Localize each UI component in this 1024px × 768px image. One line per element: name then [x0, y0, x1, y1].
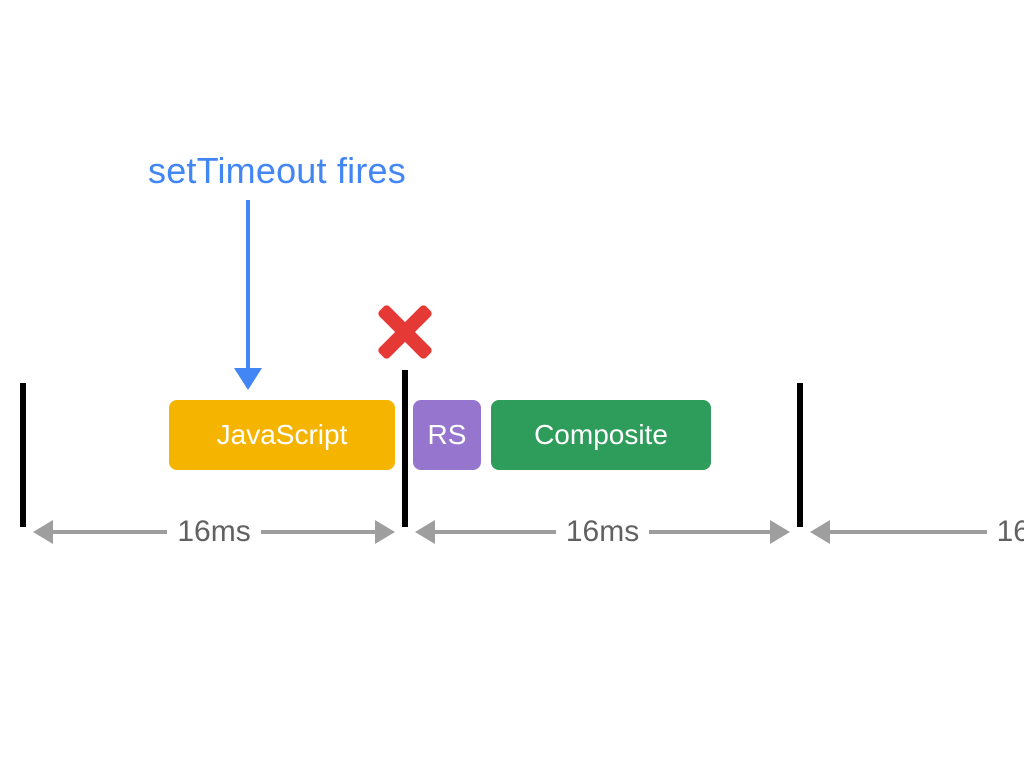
frame-span-1: 16ms — [415, 516, 790, 548]
arrow-down-icon — [246, 200, 250, 370]
frame-span-label: 16ms — [167, 515, 260, 549]
span-line — [261, 530, 375, 534]
frame-span-2-partial: 16 — [810, 516, 1024, 548]
frame-span-0: 16ms — [33, 516, 395, 548]
arrow-left-icon — [33, 520, 53, 544]
arrow-down-head-icon — [234, 368, 262, 390]
span-line — [649, 530, 770, 534]
frame-tick-2 — [797, 383, 803, 527]
frame-span-label: 16ms — [556, 515, 649, 549]
span-line — [830, 530, 987, 534]
frame-tick-0 — [20, 383, 26, 527]
arrow-left-icon — [810, 520, 830, 544]
frame-span-label-partial: 16 — [987, 515, 1024, 549]
x-icon — [376, 303, 434, 361]
arrow-left-icon — [415, 520, 435, 544]
composite-block: Composite — [491, 400, 711, 470]
arrow-right-icon — [770, 520, 790, 544]
span-line — [435, 530, 556, 534]
arrow-right-icon — [375, 520, 395, 544]
frame-tick-1 — [402, 370, 408, 527]
javascript-block: JavaScript — [169, 400, 395, 470]
span-line — [53, 530, 167, 534]
rs-block: RS — [413, 400, 481, 470]
annotation-settimeout-fires: setTimeout fires — [148, 150, 406, 192]
